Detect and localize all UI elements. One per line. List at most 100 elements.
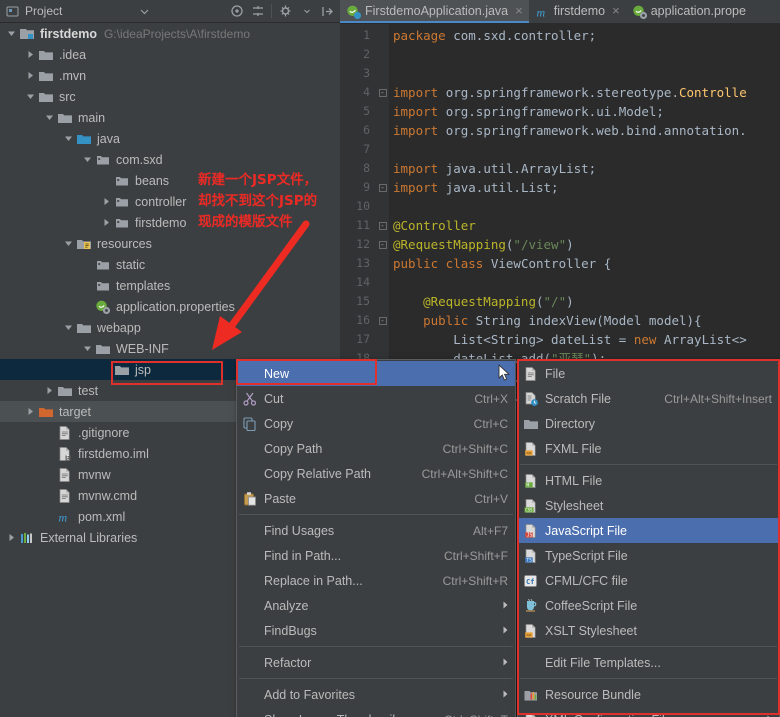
tree-row-label: mvnw.cmd: [78, 488, 138, 503]
tree-row-static[interactable]: static: [0, 254, 340, 275]
tree-row-main[interactable]: main: [0, 107, 340, 128]
tree-row-templates[interactable]: templates: [0, 275, 340, 296]
menu-item-shortcut: Alt+F7: [472, 523, 508, 538]
code-fold-toggle[interactable]: -: [376, 83, 389, 102]
menu-item-file[interactable]: File: [518, 361, 779, 386]
chevron-down-icon[interactable]: [63, 133, 74, 144]
menu-item-find-in-path[interactable]: Find in Path... Ctrl+Shift+F: [237, 543, 515, 568]
menu-item-coffeescript-file[interactable]: CoffeeScript File: [518, 593, 779, 618]
menu-item-typescript-file[interactable]: TS TypeScript File: [518, 543, 779, 568]
fxml-file-icon: <>: [523, 441, 539, 457]
chevron-down-icon[interactable]: [63, 322, 74, 333]
tree-row-resources[interactable]: resources: [0, 233, 340, 254]
menu-item-copy[interactable]: Copy Ctrl+C: [237, 411, 515, 436]
menu-item-label: File: [545, 366, 566, 381]
tree-row-src[interactable]: src: [0, 86, 340, 107]
menu-item-fxml-file[interactable]: <> FXML File: [518, 436, 779, 461]
gear-chevron-icon[interactable]: [299, 4, 314, 19]
code-fold-toggle[interactable]: -: [376, 235, 389, 254]
project-view-icon[interactable]: [5, 4, 20, 19]
code-fold-toggle[interactable]: -: [376, 311, 389, 330]
libraries-icon: [19, 530, 35, 546]
menu-icon-placeholder: [242, 441, 258, 457]
chevron-right-icon[interactable]: [101, 217, 112, 228]
locate-icon[interactable]: [229, 4, 244, 19]
code-token: com.sxd.controller;: [453, 28, 597, 43]
menu-item-xml-configuration-file[interactable]: <> XML Configuration File: [518, 707, 779, 717]
menu-item-add-to-favorites[interactable]: Add to Favorites: [237, 682, 515, 707]
menu-item-javascript-file[interactable]: JS JavaScript File: [518, 518, 779, 543]
chevron-right-icon[interactable]: [6, 532, 17, 543]
menu-item-cfml-cfc-file[interactable]: Cf CFML/CFC file: [518, 568, 779, 593]
menu-item-new[interactable]: New: [237, 361, 515, 386]
code-token: (: [536, 294, 544, 309]
tree-row-application-properties[interactable]: application.properties: [0, 296, 340, 317]
close-icon[interactable]: ×: [515, 3, 523, 18]
chevron-down-icon[interactable]: [63, 238, 74, 249]
menu-item-html-file[interactable]: H HTML File: [518, 468, 779, 493]
editor-tab-bar[interactable]: FirstdemoApplication.java × m firstdemo × app…: [340, 0, 780, 24]
chevron-down-icon[interactable]: [82, 343, 93, 354]
menu-item-resource-bundle[interactable]: Resource Bundle: [518, 682, 779, 707]
svg-text:H: H: [526, 482, 529, 488]
hide-panel-icon[interactable]: [320, 4, 335, 19]
menu-item-paste[interactable]: Paste Ctrl+V: [237, 486, 515, 511]
menu-item-find-usages[interactable]: Find Usages Alt+F7: [237, 518, 515, 543]
code-fold-toggle[interactable]: -: [376, 178, 389, 197]
toolbar-divider: [271, 4, 273, 18]
chevron-right-icon[interactable]: [101, 196, 112, 207]
code-line: import org.springframework.stereotype.Co…: [389, 83, 780, 102]
menu-item-findbugs[interactable]: FindBugs: [237, 618, 515, 643]
editor-tab-1[interactable]: m firstdemo ×: [529, 0, 626, 23]
menu-item-directory[interactable]: Directory: [518, 411, 779, 436]
tree-row-beans[interactable]: beans: [0, 170, 340, 191]
submenu-arrow-icon: [503, 601, 508, 611]
tree-row--mvn[interactable]: .mvn: [0, 65, 340, 86]
tree-row-firstdemo[interactable]: firstdemo: [0, 212, 340, 233]
context-menu[interactable]: New Cut Ctrl+X Copy Ctrl+C Copy Path Ctrl+Shif…: [236, 359, 516, 717]
tree-row-controller[interactable]: controller: [0, 191, 340, 212]
chevron-right-icon[interactable]: [44, 385, 55, 396]
menu-item-cut[interactable]: Cut Ctrl+X: [237, 386, 515, 411]
chevron-down-icon[interactable]: [82, 154, 93, 165]
tree-row-java[interactable]: java: [0, 128, 340, 149]
editor-tab-0[interactable]: FirstdemoApplication.java ×: [340, 0, 529, 23]
menu-separator: [239, 646, 513, 647]
menu-icon-placeholder: [242, 366, 258, 382]
chevron-down-icon[interactable]: [25, 91, 36, 102]
menu-item-shortcut: Ctrl+Shift+C: [442, 441, 508, 456]
tree-row-com-sxd[interactable]: com.sxd: [0, 149, 340, 170]
menu-item-copy-relative-path[interactable]: Copy Relative Path Ctrl+Alt+Shift+C: [237, 461, 515, 486]
menu-item-refactor[interactable]: Refactor: [237, 650, 515, 675]
chevron-right-icon[interactable]: [25, 406, 36, 417]
chevron-right-icon[interactable]: [25, 70, 36, 81]
tree-row--idea[interactable]: .idea: [0, 44, 340, 65]
settings-gear-icon[interactable]: [278, 4, 293, 19]
menu-item-replace-in-path[interactable]: Replace in Path... Ctrl+Shift+R: [237, 568, 515, 593]
chevron-down-icon[interactable]: [137, 4, 152, 19]
chevron-right-icon[interactable]: [25, 49, 36, 60]
menu-item-analyze[interactable]: Analyze: [237, 593, 515, 618]
menu-item-stylesheet[interactable]: CSS Stylesheet: [518, 493, 779, 518]
menu-item-show-image-thumbnails[interactable]: Show Image Thumbnails Ctrl+Shift+T: [237, 707, 515, 717]
menu-item-edit-file-templates[interactable]: Edit File Templates...: [518, 650, 779, 675]
collapse-all-icon[interactable]: [250, 4, 265, 19]
menu-item-scratch-file[interactable]: Scratch File Ctrl+Alt+Shift+Insert: [518, 386, 779, 411]
tree-row-web-inf[interactable]: WEB-INF: [0, 338, 340, 359]
menu-item-label: FXML File: [545, 441, 602, 456]
chevron-down-icon[interactable]: [44, 112, 55, 123]
new-submenu[interactable]: File Scratch File Ctrl+Alt+Shift+Insert Dir…: [517, 359, 780, 717]
tree-row-webapp[interactable]: webapp: [0, 317, 340, 338]
tree-row-firstdemo[interactable]: firstdemo G:\ideaProjects\A\firstdemo: [0, 23, 340, 44]
resources-folder-icon: [76, 236, 92, 252]
editor-tab-2[interactable]: application.prope: [626, 0, 752, 23]
chevron-down-icon[interactable]: [6, 28, 17, 39]
menu-item-copy-path[interactable]: Copy Path Ctrl+Shift+C: [237, 436, 515, 461]
menu-item-xslt-stylesheet[interactable]: <> XSLT Stylesheet: [518, 618, 779, 643]
close-icon[interactable]: ×: [612, 3, 620, 18]
code-fold-toggle[interactable]: -: [376, 216, 389, 235]
menu-icon-placeholder: [242, 687, 258, 703]
